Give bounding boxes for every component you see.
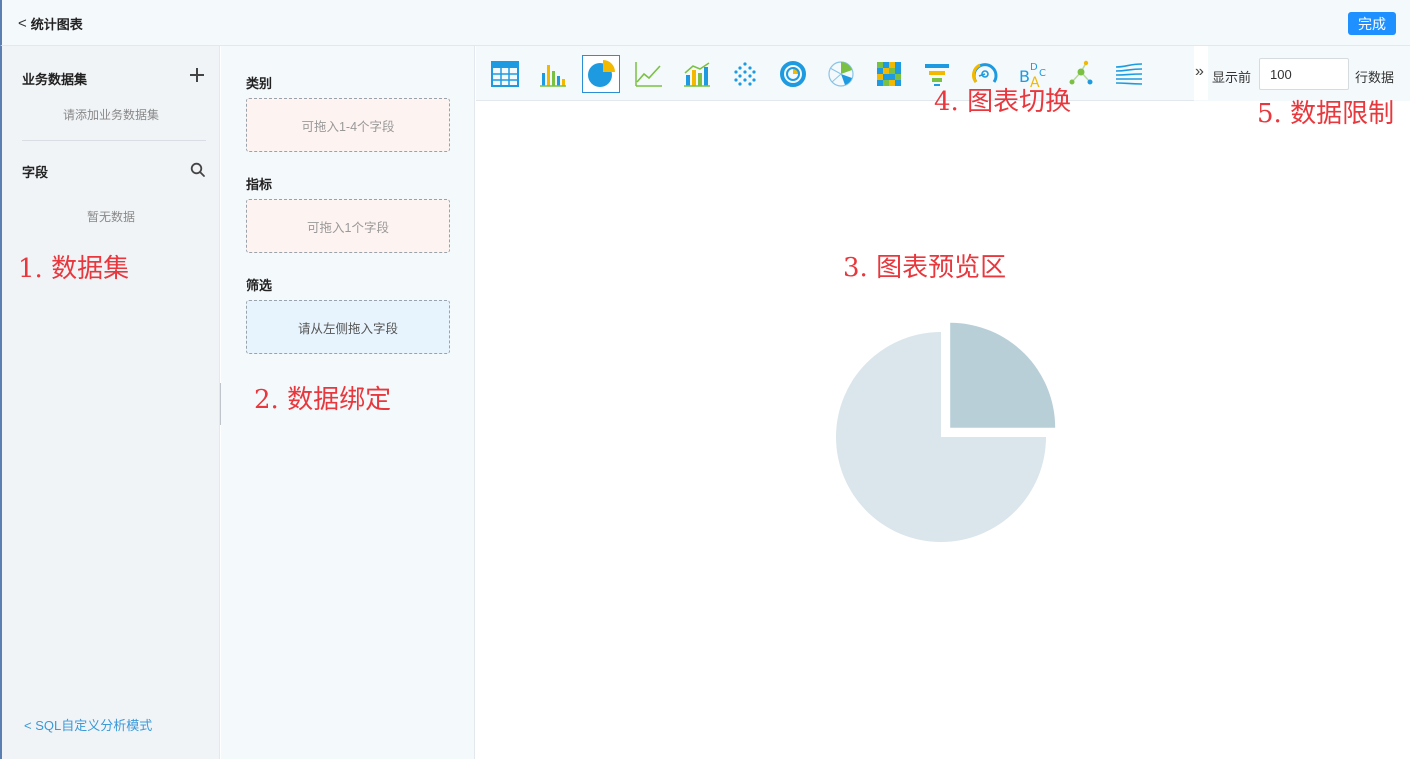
scatter-chart-icon[interactable] <box>726 55 764 93</box>
row-limit-input[interactable] <box>1259 58 1349 90</box>
combo-chart-icon[interactable] <box>678 55 716 93</box>
show-prefix-label: 显示前 <box>1212 70 1252 85</box>
filter-label: 筛选 <box>246 278 273 293</box>
show-suffix-label: 行数据 <box>1355 70 1395 85</box>
done-button[interactable]: 完成 <box>1348 12 1396 35</box>
top-bar: < 统计图表 完成 <box>0 0 1410 46</box>
divider <box>22 140 206 141</box>
search-icon[interactable] <box>190 162 206 178</box>
bar-chart-icon[interactable] <box>534 55 572 93</box>
svg-text:C: C <box>1039 68 1046 79</box>
chart-preview-pie <box>836 322 1056 542</box>
category-dropzone[interactable]: 可拖入1-4个字段 <box>246 98 450 152</box>
double-chevron-right-icon[interactable]: » <box>1195 63 1204 81</box>
dataset-panel: 业务数据集 请添加业务数据集 字段 暂无数据 < SQL自定义分析模式 <box>0 46 220 759</box>
fields-title: 字段 <box>22 165 49 180</box>
annotation-preview: 3. 图表预览区 <box>843 253 1007 283</box>
annotation-chart-switch: 4. 图表切换 <box>934 87 1072 117</box>
annotation-dataset: 1. 数据集 <box>18 254 130 284</box>
back-button[interactable]: < 统计图表 <box>18 14 83 33</box>
dataset-title: 业务数据集 <box>22 72 88 87</box>
sankey-chart-icon[interactable] <box>1110 55 1148 93</box>
add-dataset-icon[interactable] <box>188 66 206 84</box>
chevron-left-icon: < <box>18 15 27 32</box>
rose-chart-icon[interactable] <box>822 55 860 93</box>
table-icon[interactable] <box>486 55 524 93</box>
category-label: 类别 <box>246 76 273 91</box>
annotation-binding: 2. 数据绑定 <box>254 385 392 415</box>
filter-dropzone[interactable]: 请从左侧拖入字段 <box>246 300 450 354</box>
metric-label: 指标 <box>246 177 273 192</box>
pie-slice-1 <box>950 322 1056 428</box>
dataset-hint: 请添加业务数据集 <box>62 108 159 122</box>
svg-text:D: D <box>1030 62 1038 73</box>
sql-mode-link[interactable]: < SQL自定义分析模式 <box>24 715 152 734</box>
ring-chart-icon[interactable] <box>774 55 812 93</box>
metric-dropzone[interactable]: 可拖入1个字段 <box>246 199 450 253</box>
page-title: 统计图表 <box>30 17 83 32</box>
filter-dropzone-hint: 请从左侧拖入字段 <box>297 321 398 336</box>
line-chart-icon[interactable] <box>630 55 668 93</box>
annotation-data-limit: 5. 数据限制 <box>1257 99 1395 129</box>
fields-empty-text: 暂无数据 <box>86 210 135 224</box>
heatmap-icon[interactable] <box>870 55 908 93</box>
pie-chart-icon[interactable] <box>582 55 620 93</box>
metric-dropzone-hint: 可拖入1个字段 <box>307 220 389 235</box>
category-dropzone-hint: 可拖入1-4个字段 <box>301 119 395 134</box>
